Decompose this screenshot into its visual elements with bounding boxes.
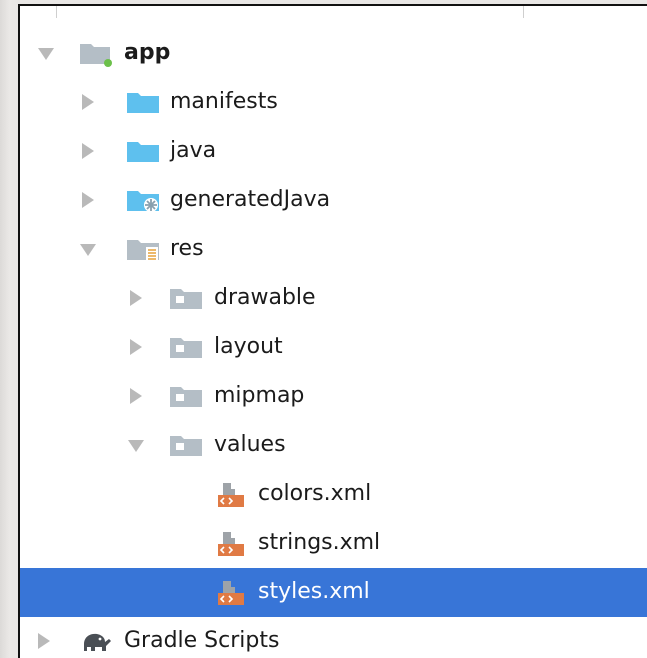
screenshot-frame: app manifests java generatedJava res dra… — [0, 0, 647, 658]
tree-node-label: res — [170, 236, 204, 261]
tree-node-label: generatedJava — [170, 187, 331, 212]
gradle-elephant-icon — [84, 633, 111, 651]
resource-subfolder-icon — [170, 338, 202, 358]
project-tree-panel[interactable]: app manifests java generatedJava res dra… — [18, 4, 647, 658]
tree-node-label: strings.xml — [258, 530, 381, 555]
tree-node-label: drawable — [214, 285, 316, 310]
tree-node-strings-xml[interactable]: strings.xml — [20, 519, 647, 568]
tree-node-label: mipmap — [214, 383, 305, 408]
tree-node-java[interactable]: java — [20, 127, 647, 176]
collapse-toggle-icon[interactable] — [82, 192, 94, 208]
tree-node-label: app — [124, 40, 171, 65]
resource-subfolder-icon — [170, 436, 202, 456]
tree-node-label: values — [214, 432, 286, 457]
tree-node-app[interactable]: app — [20, 29, 647, 78]
expand-toggle-icon[interactable] — [38, 48, 54, 60]
tree-node-res[interactable]: res — [20, 225, 647, 274]
tree-node-label: java — [170, 138, 217, 163]
xml-file-icon — [218, 581, 244, 605]
tree-node-label: manifests — [170, 89, 278, 114]
collapse-toggle-icon[interactable] — [82, 143, 94, 159]
tree-node-mipmap[interactable]: mipmap — [20, 372, 647, 421]
generated-folder-icon — [127, 191, 159, 212]
collapse-toggle-icon[interactable] — [130, 290, 142, 306]
xml-file-icon — [218, 532, 244, 556]
tree-node-layout[interactable]: layout — [20, 323, 647, 372]
tree-node-gradle-scripts[interactable]: Gradle Scripts — [20, 617, 647, 658]
strip-divider — [56, 6, 57, 18]
resource-subfolder-icon — [170, 387, 202, 407]
tree-node-label: colors.xml — [258, 481, 372, 506]
xml-file-icon — [218, 483, 244, 507]
collapse-toggle-icon[interactable] — [82, 94, 94, 110]
folder-icon — [127, 142, 159, 162]
module-folder-icon — [80, 44, 112, 67]
strip-divider — [523, 6, 524, 18]
tree-node-styles-xml[interactable]: styles.xml — [20, 568, 647, 617]
tree-node-drawable[interactable]: drawable — [20, 274, 647, 323]
collapse-toggle-icon[interactable] — [130, 388, 142, 404]
folder-icon — [127, 93, 159, 113]
resource-subfolder-icon — [170, 289, 202, 309]
panel-top-strip — [20, 6, 647, 18]
expand-toggle-icon[interactable] — [80, 244, 96, 256]
tree-node-label: layout — [214, 334, 283, 359]
collapse-toggle-icon[interactable] — [38, 633, 50, 649]
tree-node-label: styles.xml — [258, 579, 370, 604]
tree-node-manifests[interactable]: manifests — [20, 78, 647, 127]
resources-folder-icon — [127, 240, 159, 262]
tree-node-label: Gradle Scripts — [124, 628, 280, 653]
tree-node-generatedjava[interactable]: generatedJava — [20, 176, 647, 225]
expand-toggle-icon[interactable] — [128, 440, 144, 452]
tree-node-values[interactable]: values — [20, 421, 647, 470]
collapse-toggle-icon[interactable] — [130, 339, 142, 355]
tree-node-colors-xml[interactable]: colors.xml — [20, 470, 647, 519]
